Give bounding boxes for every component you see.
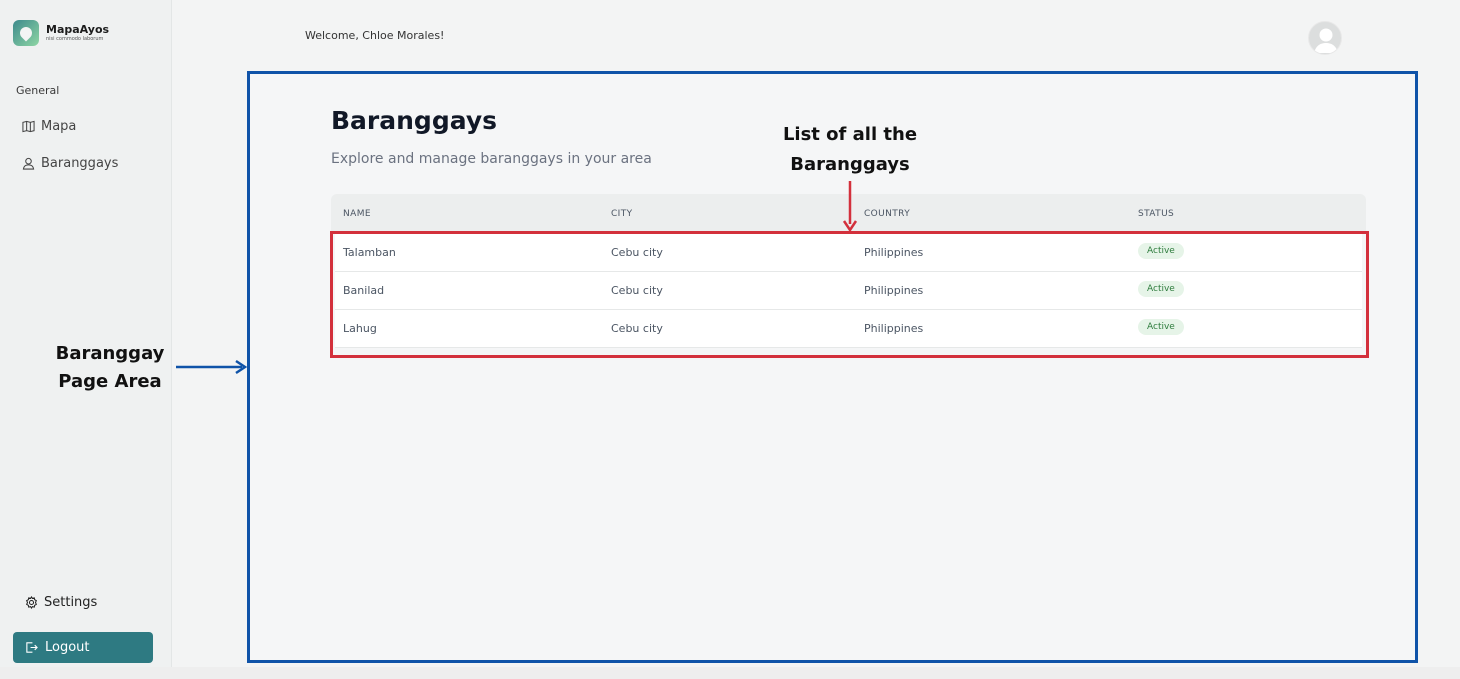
- column-header-status[interactable]: STATUS: [1138, 209, 1174, 219]
- settings-label: Settings: [44, 595, 98, 610]
- app-name: MapaAyos: [46, 23, 110, 36]
- page-title: Baranggays: [331, 106, 497, 135]
- app-logo[interactable]: MapaAyos nisi commodo laborum: [13, 20, 109, 46]
- logout-button[interactable]: Logout: [13, 632, 153, 663]
- column-header-city[interactable]: CITY: [611, 209, 633, 219]
- column-header-name[interactable]: NAME: [343, 209, 371, 219]
- map-icon: [22, 120, 35, 133]
- nav-section-label: General: [16, 84, 60, 97]
- sidebar-item-mapa[interactable]: Mapa: [22, 119, 76, 134]
- annotation-list-line1: List of all the: [782, 124, 918, 145]
- sidebar: MapaAyos nisi commodo laborum General Ma…: [0, 0, 172, 667]
- logout-label: Logout: [45, 640, 90, 655]
- table-header: NAME CITY COUNTRY STATUS: [331, 194, 1366, 232]
- page-subtitle: Explore and manage baranggays in your ar…: [331, 151, 652, 167]
- gear-icon: [26, 596, 37, 609]
- bottom-strip: [0, 667, 1460, 679]
- annotation-page-line2: Page Area: [58, 371, 162, 392]
- user-icon: [22, 157, 35, 170]
- sidebar-item-baranggays[interactable]: Baranggays: [22, 156, 118, 171]
- sidebar-item-label: Mapa: [41, 119, 77, 134]
- logo-icon: [13, 20, 39, 46]
- user-avatar-icon: [1314, 28, 1338, 53]
- avatar[interactable]: [1308, 21, 1342, 55]
- arrow-to-page-area: [176, 359, 248, 375]
- column-header-country[interactable]: COUNTRY: [864, 209, 910, 219]
- annotation-list-line2: Baranggays: [790, 154, 910, 175]
- sidebar-item-settings[interactable]: Settings: [25, 595, 97, 610]
- annotation-page-label: Baranggay Page Area: [40, 340, 180, 396]
- app-tagline: nisi commodo laborum: [46, 36, 104, 42]
- logout-icon: [26, 642, 38, 653]
- list-highlight-box: [330, 231, 1369, 358]
- sidebar-item-label: Baranggays: [41, 156, 119, 171]
- welcome-message: Welcome, Chloe Morales!: [305, 29, 445, 42]
- annotation-list-label: List of all the Baranggays: [760, 120, 940, 180]
- annotation-page-line1: Baranggay: [55, 343, 165, 364]
